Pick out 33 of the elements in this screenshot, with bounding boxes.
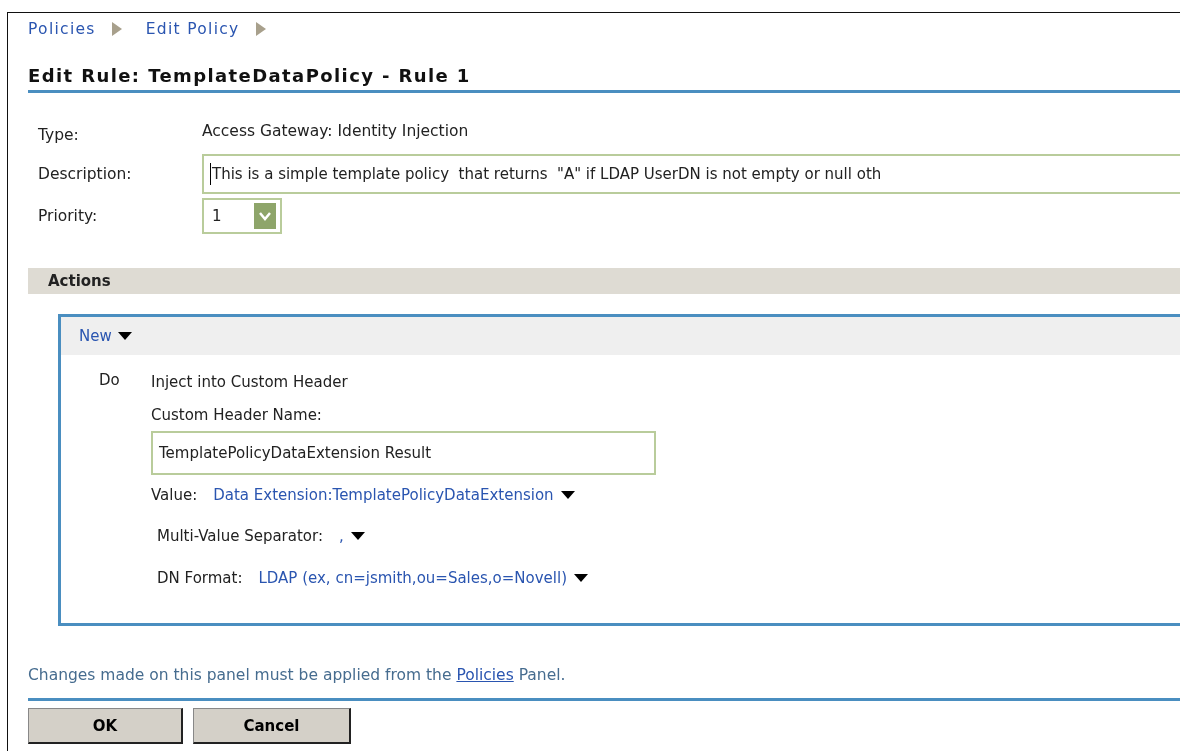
field-label: Type: (38, 125, 80, 144)
description-field[interactable]: This is a simple template policy that returns "A" if LDAP UserDN is not empty or null oth (202, 154, 1180, 194)
page-title: Edit Rule: TemplateDataPolicy - Rule 1 (28, 65, 471, 86)
option-dropdown[interactable]: Data Extension:TemplatePolicyDataExtension (213, 486, 575, 504)
do-label: Do (99, 370, 121, 391)
option-label: Multi-Value Separator: (157, 527, 323, 545)
caret-icon[interactable] (574, 574, 589, 582)
field-value: Access Gateway: Identity Injection (202, 121, 469, 142)
field-label: Description: (38, 165, 133, 183)
breadcrumb-link[interactable]: Policies (28, 20, 96, 38)
caret-icon[interactable] (117, 332, 132, 340)
option-label: DN Format: (157, 569, 243, 587)
arrow-icon (111, 22, 122, 36)
option-label: Value: (151, 486, 198, 504)
cancel-button[interactable]: Cancel (193, 708, 351, 744)
policies-link[interactable]: Policies (456, 666, 514, 684)
breadcrumb-link[interactable]: Edit Policy (145, 20, 240, 38)
option-dropdown[interactable]: LDAP (ex, cn=jsmith,ou=Sales,o=Novell) (258, 569, 589, 587)
dropdown-button[interactable] (254, 203, 276, 229)
new-menu[interactable]: New (79, 327, 132, 345)
chevron-icon (259, 211, 271, 221)
ok-button[interactable]: OK (28, 708, 183, 744)
action-name: Inject into Custom Header (151, 371, 349, 393)
field-label: Priority: (38, 207, 99, 225)
info-text: Changes made on this panel must be applied from the Policies Panel. (28, 666, 567, 684)
field-label: Custom Header Name: (151, 404, 323, 426)
header-name-field[interactable]: TemplatePolicyDataExtension Result (151, 431, 656, 475)
arrow-icon (255, 22, 266, 36)
caret-icon[interactable] (350, 532, 365, 540)
caret-icon[interactable] (560, 491, 575, 499)
option-dropdown[interactable]: , (339, 527, 365, 545)
section-title: Actions (48, 272, 111, 290)
priority-dropdown[interactable]: 1 (202, 198, 282, 234)
